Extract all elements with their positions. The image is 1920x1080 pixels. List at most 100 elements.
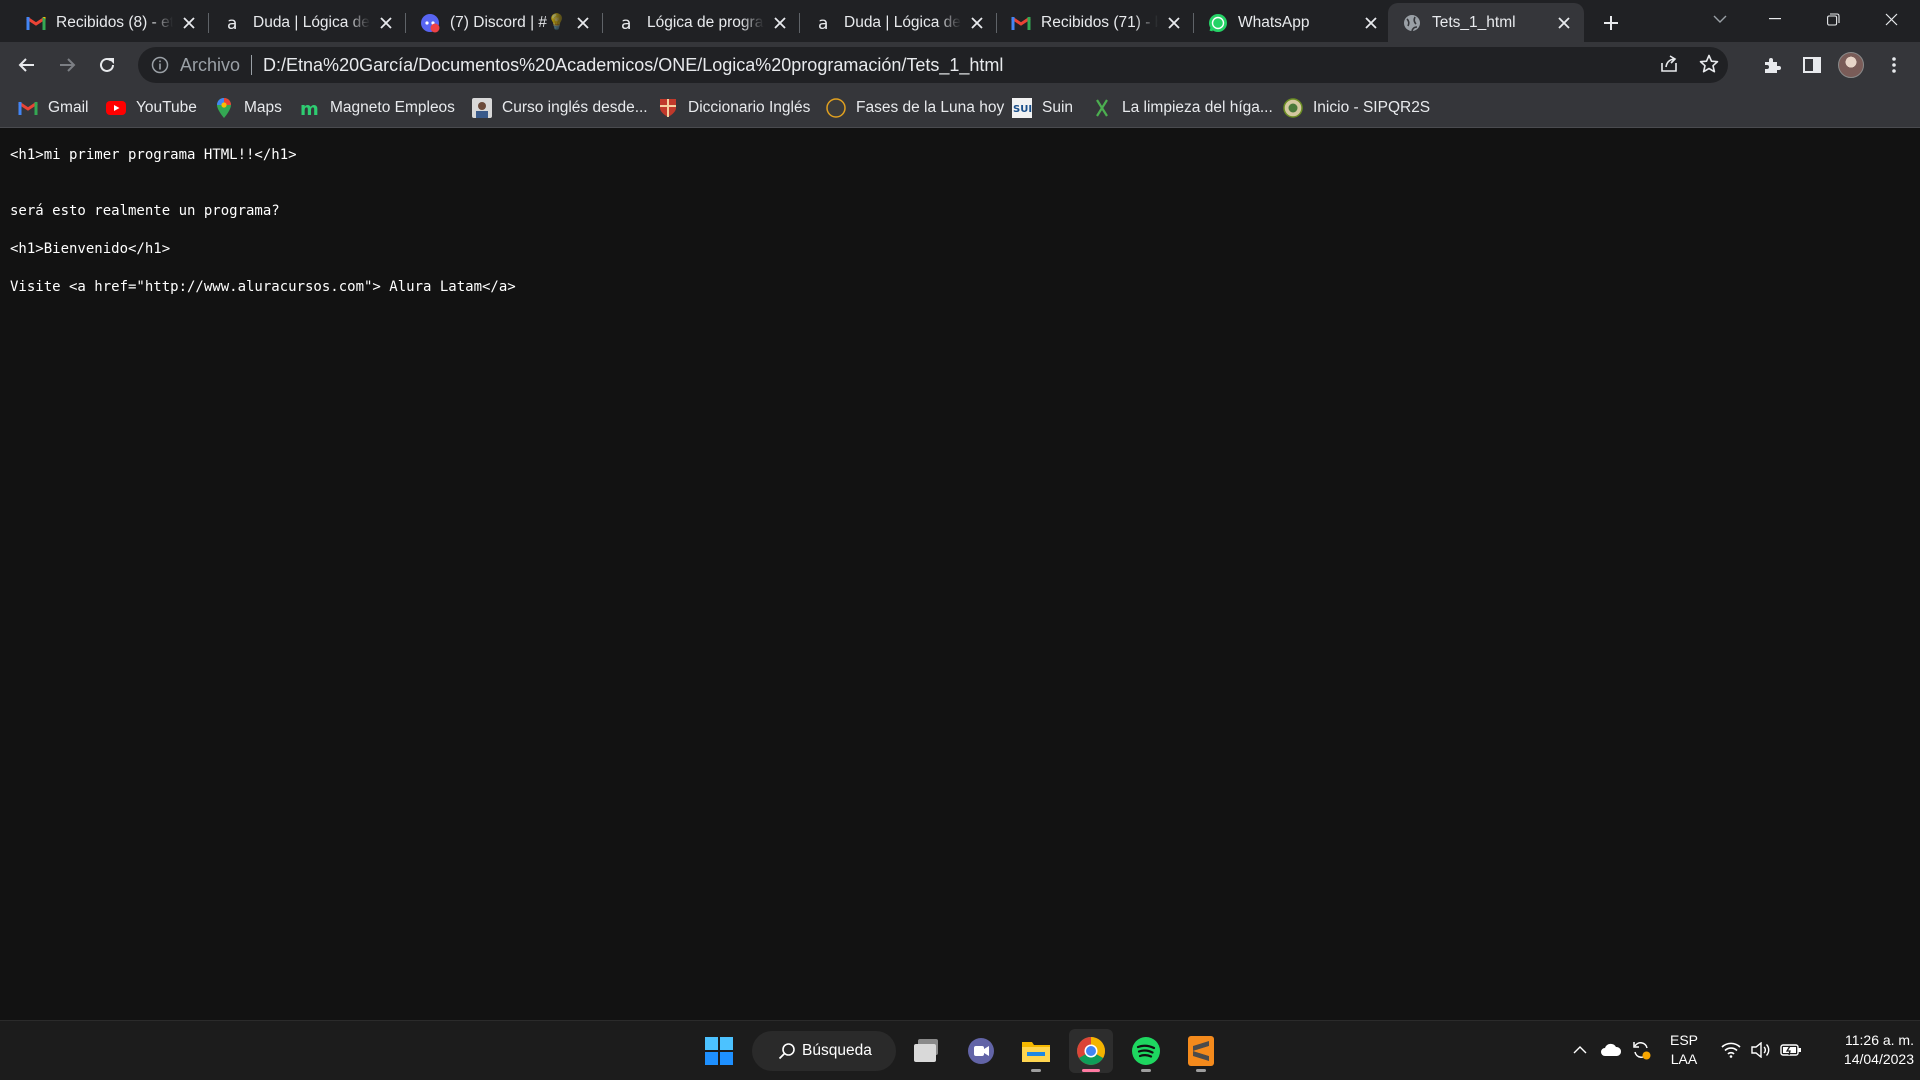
minimize-icon [1769,18,1781,20]
wifi-button[interactable] [1718,1035,1744,1065]
teams-chat-button[interactable] [959,1029,1003,1073]
bookmark-curso-ingles[interactable]: Curso inglés desde... [472,96,648,120]
clock-date: 14/04/2023 [1843,1051,1914,1067]
svg-text:a: a [227,14,237,33]
sync-status-button[interactable] [1628,1035,1654,1065]
bookmark-limpieza-higado[interactable]: La limpieza del híga... [1092,96,1273,120]
tab-strip: Recibidos (8) - etna a Duda | Lógica de … [0,0,1920,42]
spotify-button[interactable] [1124,1029,1168,1073]
chrome-button[interactable] [1069,1029,1113,1073]
bookmark-label: Diccionario Inglés [688,99,811,116]
restore-icon [1826,12,1840,26]
back-arrow-icon [18,58,34,72]
bookmark-label: Suin [1042,99,1074,116]
input-language-indicator[interactable]: ESP LAA [1668,1031,1700,1069]
address-bar[interactable]: Archivo D:/Etna%20García/Documentos%20Ac… [138,47,1728,83]
side-panel-icon [1803,57,1821,73]
tab-tets-1-html[interactable]: Tets_1_html [1388,3,1584,42]
reload-button[interactable] [91,49,123,81]
file-explorer-icon [1022,1042,1050,1062]
tab-title: WhatsApp [1238,13,1310,31]
running-indicator [1031,1069,1041,1072]
bookmark-suin[interactable]: SUI Suin [1012,96,1073,120]
tab-title: Lógica de programa [647,13,764,31]
bookmark-label: Magneto Empleos [330,99,455,116]
file-explorer-button[interactable] [1014,1029,1058,1073]
back-button[interactable] [11,49,43,81]
seal-icon [1283,98,1303,118]
search-label: Búsqueda [802,1042,872,1059]
battery-button[interactable] [1778,1035,1804,1065]
bookmark-label: Curso inglés desde... [502,99,648,116]
extensions-button[interactable] [1756,49,1788,81]
close-tab-icon[interactable] [376,13,396,33]
taskbar-clock[interactable]: 11:26 a. m. 14/04/2023 [1806,1031,1914,1069]
tab-title: Duda | Lógica de pr [844,13,961,31]
sync-icon [1633,1042,1651,1060]
browser-toolbar: Archivo D:/Etna%20García/Documentos%20Ac… [0,42,1920,88]
running-indicator [1082,1069,1100,1072]
close-tab-icon[interactable] [573,13,593,33]
menu-button[interactable] [1878,49,1910,81]
avatar-icon [472,98,492,118]
close-tab-icon[interactable] [1164,13,1184,33]
tab-duda-logica-2[interactable]: a Duda | Lógica de pr [800,3,997,42]
address-divider [251,55,253,75]
info-icon[interactable] [150,55,170,75]
file-scheme-label: Archivo [180,54,241,75]
tab-search-button[interactable] [1690,0,1750,38]
taskbar-search[interactable]: Búsqueda [752,1031,896,1071]
gmail-icon [18,98,38,118]
bookmark-label: YouTube [136,99,197,116]
tab-whatsapp[interactable]: WhatsApp [1194,3,1391,42]
forward-button[interactable] [51,49,83,81]
onedrive-button[interactable] [1598,1035,1624,1065]
task-view-button[interactable] [905,1029,949,1073]
reload-icon [100,57,114,72]
sublime-text-button[interactable] [1179,1029,1223,1073]
profile-avatar[interactable] [1838,52,1864,78]
bookmark-maps[interactable]: Maps [214,96,282,120]
bookmark-label: Maps [244,99,282,116]
new-tab-button[interactable] [1596,8,1626,38]
search-icon [778,1043,795,1060]
bookmark-diccionario-ingles[interactable]: Diccionario Inglés [658,96,810,120]
globe-icon [1402,13,1422,33]
close-tab-icon[interactable] [1361,13,1381,33]
tab-gmail-inbox-71[interactable]: Recibidos (71) - bb [997,3,1194,42]
bookmark-youtube[interactable]: YouTube [106,96,197,120]
bookmark-star-icon[interactable] [1698,53,1720,80]
wifi-icon [1721,1042,1741,1058]
bookmark-gmail[interactable]: Gmail [18,96,88,120]
volume-button[interactable] [1748,1035,1774,1065]
windows-taskbar: Búsqueda ESP LAA 11:26 a. m. 14/04/2023 [0,1020,1920,1080]
bookmark-fases-luna[interactable]: Fases de la Luna hoy [826,96,1004,120]
restore-button[interactable] [1804,0,1862,38]
close-window-button[interactable] [1862,0,1920,38]
show-hidden-icons-button[interactable] [1568,1035,1592,1065]
tab-title: Duda | Lógica de pro [253,13,370,31]
close-tab-icon[interactable] [770,13,790,33]
bookmark-magneto-empleos[interactable]: m Magneto Empleos [300,96,455,120]
tab-title: Tets_1_html [1432,13,1516,31]
forward-arrow-icon [60,58,76,72]
tab-discord[interactable]: (7) Discord | #💡 [406,3,603,42]
tab-gmail-inbox-8[interactable]: Recibidos (8) - etna [12,3,209,42]
teams-chat-icon [968,1038,994,1064]
share-icon[interactable] [1658,53,1680,80]
leaf-icon [1092,98,1112,118]
puzzle-icon [1765,58,1781,73]
svg-text:a: a [621,14,631,33]
address-url[interactable]: D:/Etna%20García/Documentos%20Academicos… [263,55,1003,76]
spotify-icon [1132,1037,1160,1065]
tab-logica-programacion[interactable]: a Lógica de programa [603,3,800,42]
tab-duda-logica-1[interactable]: a Duda | Lógica de pro [209,3,406,42]
close-tab-icon[interactable] [967,13,987,33]
close-tab-icon[interactable] [179,13,199,33]
minimize-button[interactable] [1746,0,1804,38]
text-line-2: será esto realmente un programa? [10,203,280,219]
side-panel-button[interactable] [1796,49,1828,81]
bookmark-sipqr2s[interactable]: Inicio - SIPQR2S [1283,96,1430,120]
start-button[interactable] [697,1029,741,1073]
close-tab-icon[interactable] [1554,13,1574,33]
